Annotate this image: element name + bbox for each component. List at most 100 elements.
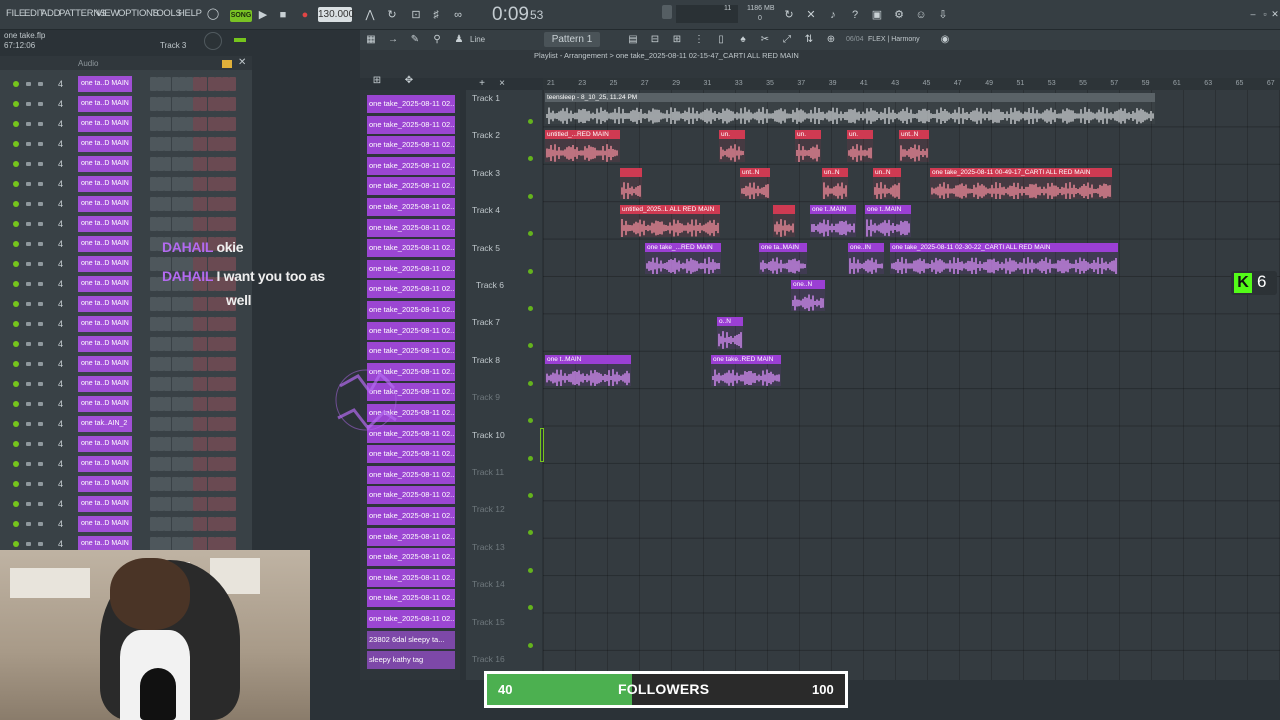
step-button[interactable]: [157, 457, 165, 471]
channel-name-button[interactable]: one ta..D MAIN: [78, 376, 132, 392]
playlist-clip[interactable]: unt..N: [740, 167, 770, 200]
channel-mixer-track[interactable]: 4: [58, 399, 63, 409]
channel-mixer-track[interactable]: 4: [58, 119, 63, 129]
minimize-icon[interactable]: –: [1248, 6, 1258, 22]
playlist-clip[interactable]: un..N: [873, 167, 901, 200]
step-button[interactable]: [171, 377, 179, 391]
channel-led[interactable]: [13, 221, 19, 227]
step-button[interactable]: [193, 217, 201, 231]
playhead-marker[interactable]: [540, 428, 544, 462]
channel-led[interactable]: [13, 161, 19, 167]
tempo-field[interactable]: 130.000: [318, 7, 354, 22]
channel-volume-knob[interactable]: [38, 502, 43, 506]
step-button[interactable]: [150, 377, 157, 391]
pencil-icon[interactable]: ✎: [408, 32, 422, 48]
preset-name[interactable]: FLEX | Harmony: [868, 36, 920, 43]
step-button[interactable]: [157, 157, 165, 171]
channel-mixer-track[interactable]: 4: [58, 279, 63, 289]
playlist-clip[interactable]: un..N: [822, 167, 848, 200]
step-button[interactable]: [171, 417, 179, 431]
channel-row[interactable]: 4 one ta..D MAIN: [0, 314, 252, 334]
step-button[interactable]: [214, 117, 222, 131]
step-button[interactable]: [157, 77, 165, 91]
pattern-list-item[interactable]: one take_2025-08-11 02...: [367, 136, 455, 155]
channel-led[interactable]: [13, 541, 19, 547]
channel-name-button[interactable]: one ta..D MAIN: [78, 476, 132, 492]
step-button[interactable]: [186, 477, 193, 491]
step-button[interactable]: [157, 337, 165, 351]
step-button[interactable]: [214, 417, 222, 431]
step-button[interactable]: [222, 77, 229, 91]
channel-led[interactable]: [13, 181, 19, 187]
channel-row[interactable]: 4 one ta..D MAIN: [0, 194, 252, 214]
picker-icon[interactable]: ✥: [402, 73, 416, 89]
step-button[interactable]: [193, 397, 201, 411]
step-button[interactable]: [207, 137, 215, 151]
channel-name-button[interactable]: one ta..D MAIN: [78, 136, 132, 152]
step-button[interactable]: [178, 317, 186, 331]
channel-pan-knob[interactable]: [26, 462, 31, 466]
channel-volume-knob[interactable]: [38, 442, 43, 446]
pattern-list-item[interactable]: 23802 6dal sleepy ta...: [367, 630, 455, 649]
plugin-icon[interactable]: ⚙: [892, 7, 906, 23]
step-button[interactable]: [171, 397, 179, 411]
step-button[interactable]: [150, 197, 157, 211]
playlist-clip[interactable]: un.: [719, 130, 745, 162]
step-button[interactable]: [150, 317, 157, 331]
step-button[interactable]: [150, 417, 157, 431]
step-button[interactable]: [171, 297, 179, 311]
channel-row[interactable]: 4 one ta..D MAIN: [0, 74, 252, 94]
step-button[interactable]: [200, 117, 208, 131]
step-button[interactable]: [193, 497, 201, 511]
tools-icon[interactable]: ✕: [804, 7, 818, 23]
channel-row[interactable]: 4 one ta..D MAIN: [0, 514, 252, 534]
pattern-list-item[interactable]: one take_2025-08-11 02...: [367, 239, 455, 258]
step-button[interactable]: [207, 97, 215, 111]
link-icon[interactable]: ⚲: [430, 32, 444, 48]
channel-volume-knob[interactable]: [38, 282, 43, 286]
cart-icon[interactable]: ⊕: [824, 32, 838, 48]
step-button[interactable]: [229, 117, 237, 131]
browser-toggle-icon[interactable]: ▯: [714, 32, 728, 48]
channel-mixer-track[interactable]: 4: [58, 199, 63, 209]
step-button[interactable]: [207, 177, 215, 191]
channel-mixer-track[interactable]: 4: [58, 379, 63, 389]
step-button[interactable]: [171, 317, 179, 331]
channel-mixer-track[interactable]: 4: [58, 459, 63, 469]
record-mode-icon[interactable]: ◯: [204, 6, 222, 22]
step-button[interactable]: [207, 457, 215, 471]
record-button[interactable]: ●: [298, 7, 312, 23]
step-button[interactable]: [222, 177, 229, 191]
channel-pan-knob[interactable]: [26, 402, 31, 406]
playlist-clip[interactable]: unt..N: [899, 130, 929, 162]
playlist-icon[interactable]: ♠: [736, 32, 750, 48]
step-button[interactable]: [229, 437, 237, 451]
channel-name-button[interactable]: one ta..D MAIN: [78, 96, 132, 112]
channel-pan-knob[interactable]: [26, 302, 31, 306]
step-button[interactable]: [171, 497, 179, 511]
step-button[interactable]: [157, 217, 165, 231]
step-button[interactable]: [222, 97, 229, 111]
channel-name-button[interactable]: one tak..AIN_2: [78, 416, 132, 432]
playlist-clip[interactable]: un.: [847, 130, 873, 162]
step-button[interactable]: [207, 477, 215, 491]
channel-mixer-track[interactable]: 4: [58, 139, 63, 149]
step-button[interactable]: [222, 517, 229, 531]
channel-volume-knob[interactable]: [38, 322, 43, 326]
step-button[interactable]: [150, 217, 157, 231]
step-button[interactable]: [186, 97, 193, 111]
channel-group[interactable]: Audio: [78, 59, 98, 68]
channel-mixer-track[interactable]: 4: [58, 339, 63, 349]
track-mute-led[interactable]: [528, 493, 533, 498]
step-button[interactable]: [150, 537, 157, 551]
step-button[interactable]: [207, 437, 215, 451]
playlist-clip[interactable]: one..IN: [848, 242, 884, 274]
channel-volume-knob[interactable]: [38, 122, 43, 126]
channel-pan-knob[interactable]: [26, 382, 31, 386]
step-button[interactable]: [171, 337, 179, 351]
step-button[interactable]: [171, 517, 179, 531]
step-button[interactable]: [150, 277, 157, 291]
piano-roll-icon[interactable]: ⋮: [692, 32, 706, 48]
channel-volume-knob[interactable]: [38, 362, 43, 366]
step-button[interactable]: [207, 537, 215, 551]
